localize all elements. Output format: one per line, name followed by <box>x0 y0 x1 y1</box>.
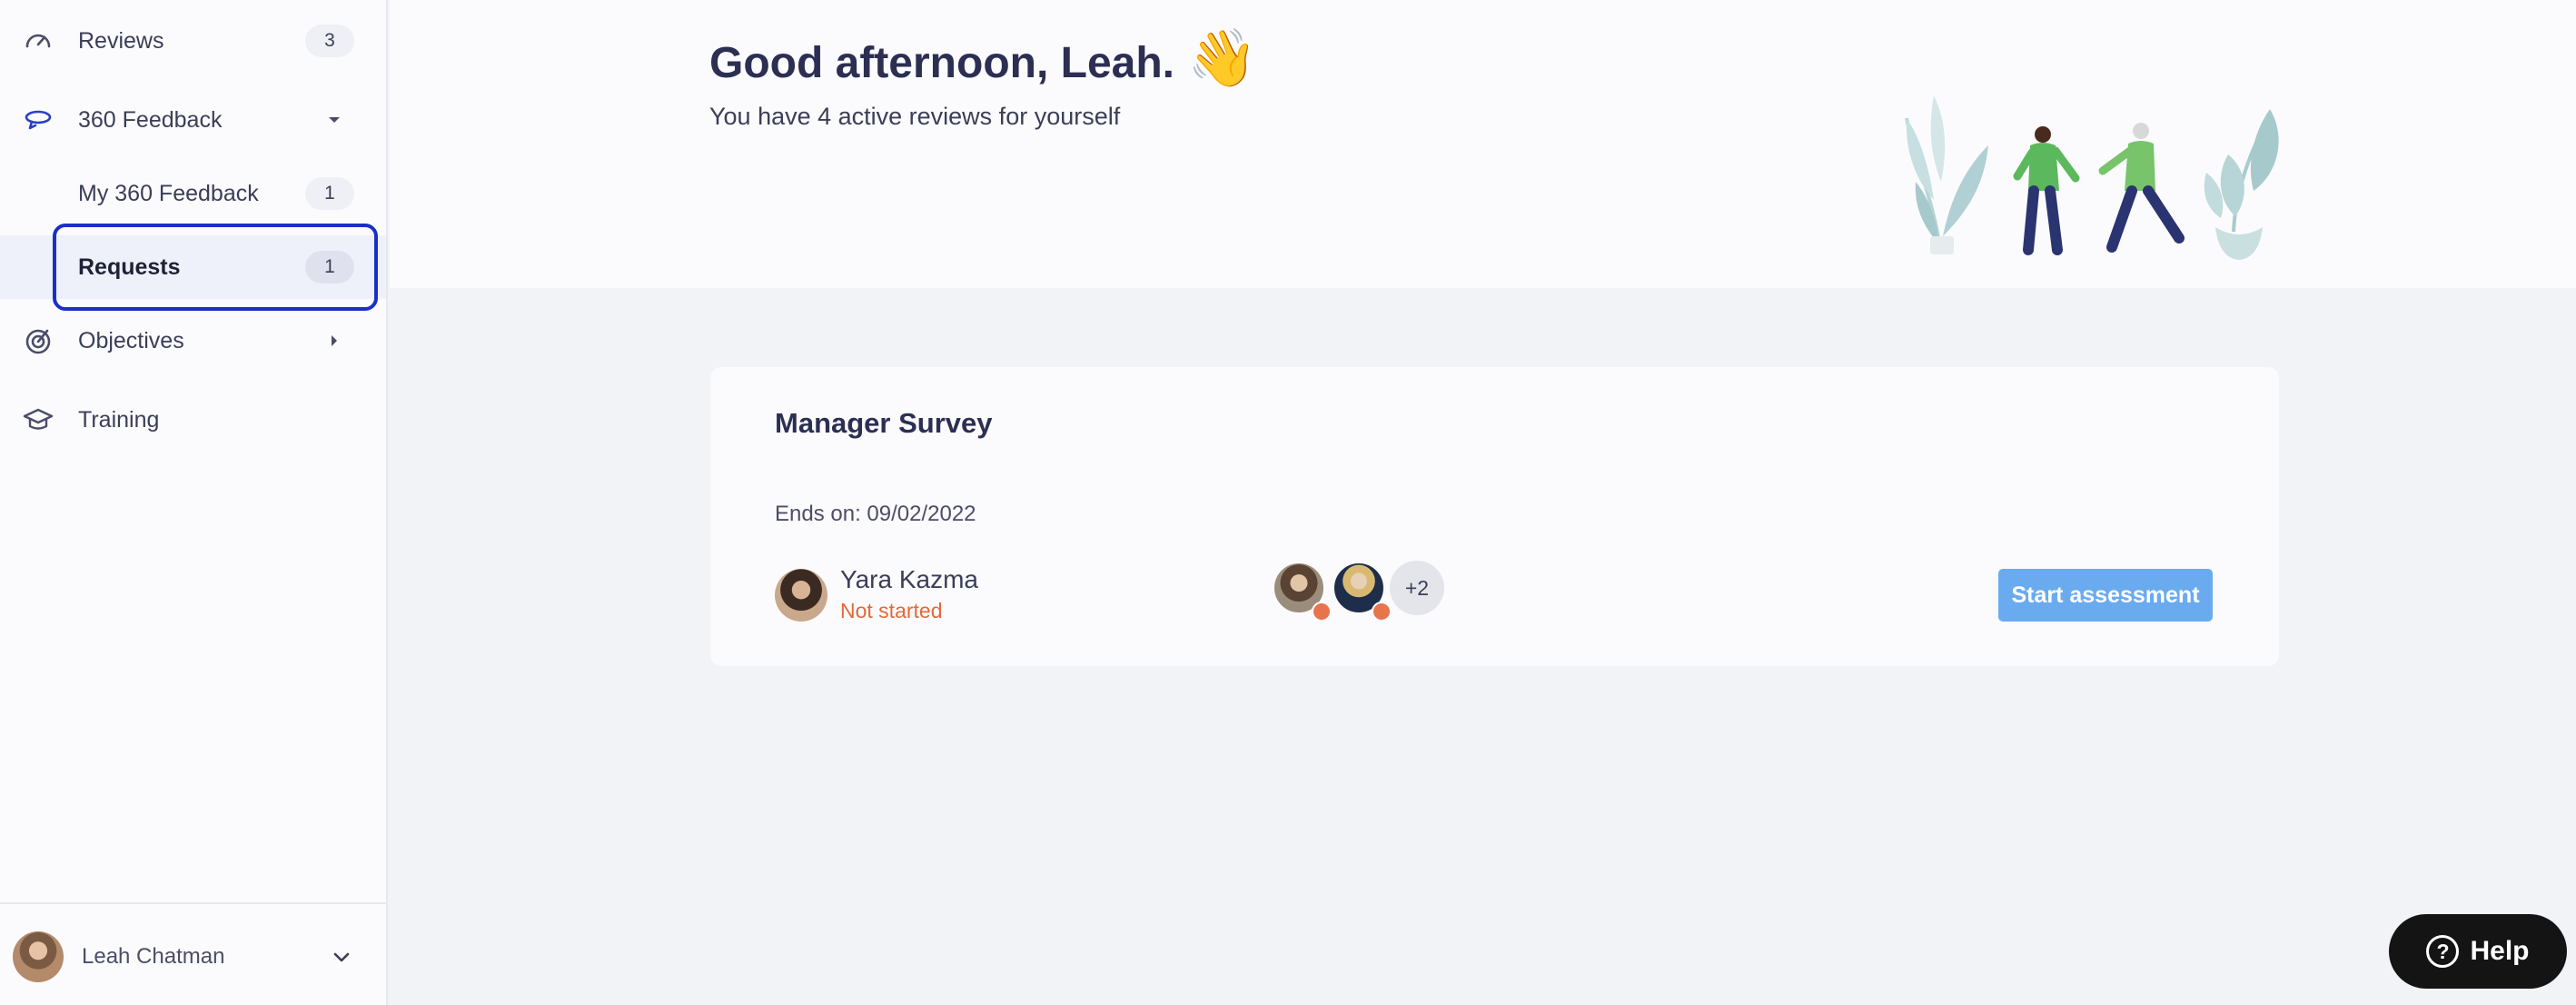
start-assessment-button[interactable]: Start assessment <box>1998 569 2213 622</box>
reviewer-avatars[interactable]: +2 <box>1272 561 1453 624</box>
count-badge: 3 <box>305 25 354 57</box>
sidebar-item-label: Objectives <box>78 327 184 353</box>
question-circle-icon: ? <box>2426 935 2460 968</box>
user-name: Leah Chatman <box>82 944 225 969</box>
sidebar-item-label: 360 Feedback <box>78 106 223 133</box>
avatar <box>775 569 827 622</box>
page-header: Good afternoon, Leah. 👋 You have 4 activ… <box>390 0 2576 288</box>
end-date: Ends on: 09/02/2022 <box>775 502 976 526</box>
focus-ring <box>53 224 378 311</box>
chevron-down-icon <box>331 946 352 968</box>
status-dot <box>1372 602 1392 622</box>
sidebar-item-label: Reviews <box>78 27 164 54</box>
sidebar-item-label: My 360 Feedback <box>78 180 259 206</box>
waving-hand-icon: 👋 <box>1187 27 1258 90</box>
avatar <box>13 931 64 982</box>
caret-right-icon <box>325 332 343 350</box>
sidebar: Reviews 3 360 Feedback My 360 Feedback 1… <box>0 0 388 1005</box>
help-label: Help <box>2470 936 2530 966</box>
sidebar-item-training[interactable]: Training <box>0 383 386 456</box>
page-title: Good afternoon, Leah. <box>709 39 1174 87</box>
app: Reviews 3 360 Feedback My 360 Feedback 1… <box>0 0 2576 1005</box>
more-reviewers-badge: +2 <box>1390 561 1444 615</box>
sidebar-item-label: Training <box>78 406 160 433</box>
status-badge: Not started <box>840 599 943 622</box>
reviewee-name: Yara Kazma <box>840 565 978 593</box>
review-card: Manager Survey Ends on: 09/02/2022 Yara … <box>710 367 2279 666</box>
page-subtitle: You have 4 active reviews for yourself <box>709 103 1121 130</box>
status-dot <box>1312 602 1332 622</box>
user-menu[interactable]: Leah Chatman <box>0 902 386 1005</box>
sidebar-item-my-360-feedback[interactable]: My 360 Feedback 1 <box>0 157 386 230</box>
count-badge: 1 <box>305 177 354 210</box>
people-plants-illustration <box>1905 95 2279 260</box>
graduation-cap-icon <box>22 403 54 436</box>
sidebar-item-objectives[interactable]: Objectives <box>0 304 386 377</box>
speedometer-icon <box>22 25 54 57</box>
feedback-loop-icon <box>22 104 54 136</box>
caret-down-icon <box>325 111 343 129</box>
card-title: Manager Survey <box>775 407 993 439</box>
help-button[interactable]: ? Help <box>2389 914 2567 989</box>
sidebar-item-reviews[interactable]: Reviews 3 <box>0 5 386 77</box>
sidebar-item-360-feedback[interactable]: 360 Feedback <box>0 84 386 156</box>
target-icon <box>22 324 54 357</box>
